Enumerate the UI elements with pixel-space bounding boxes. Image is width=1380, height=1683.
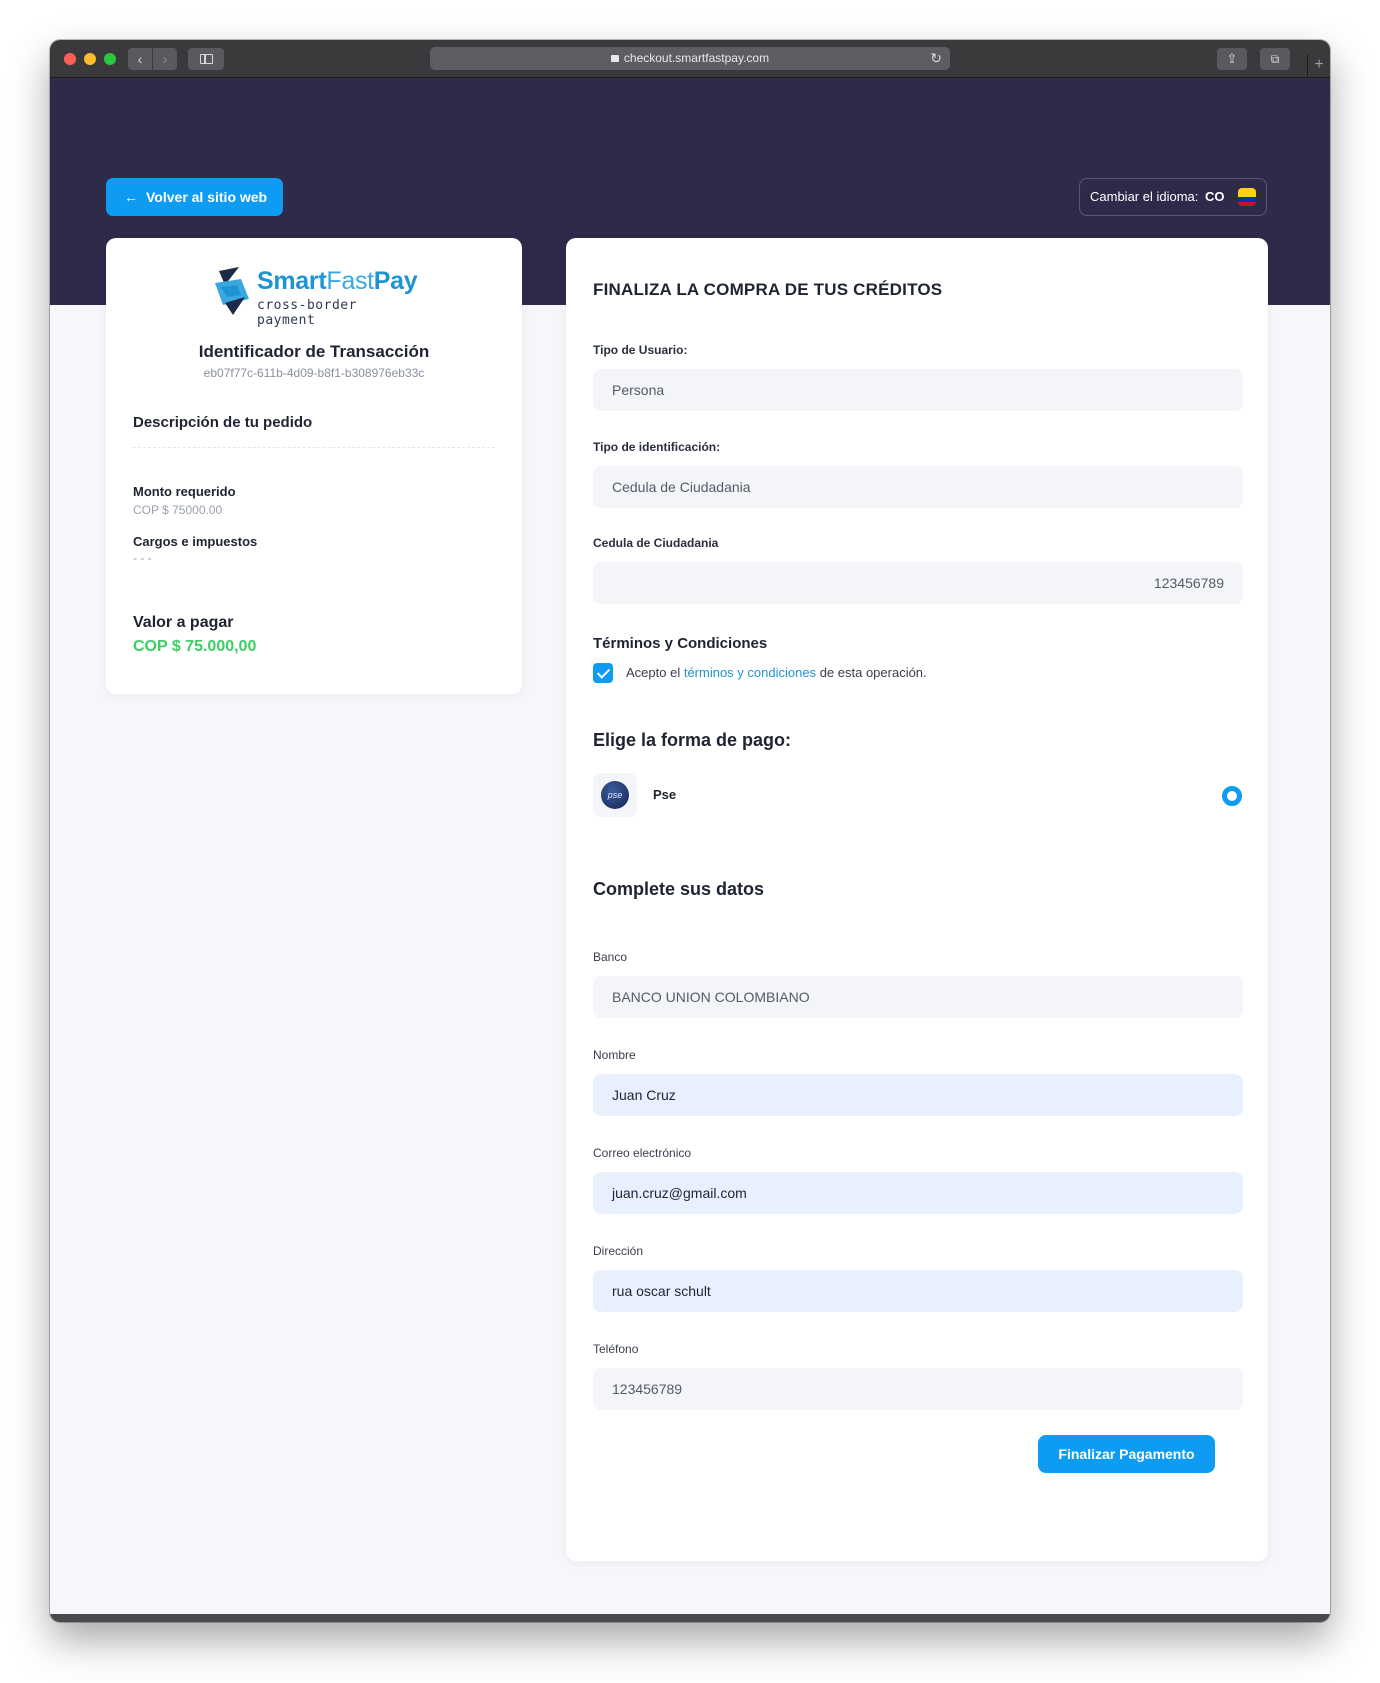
- back-to-site-button[interactable]: ← Volver al sitio web: [106, 178, 283, 216]
- id-number-label: Cedula de Ciudadania: [593, 536, 719, 550]
- address-bar[interactable]: checkout.smartfastpay.com ↻: [430, 47, 950, 70]
- id-type-label: Tipo de identificación:: [593, 440, 721, 454]
- transaction-id-value: eb07f77c-611b-4d09-b8f1-b308976eb33c: [203, 366, 425, 380]
- address-label: Dirección: [593, 1244, 644, 1258]
- bank-field[interactable]: BANCO UNION COLOMBIANO: [593, 976, 1243, 1018]
- address-input[interactable]: rua oscar schult: [593, 1270, 1243, 1312]
- charges-label: Cargos e impuestos: [133, 534, 258, 549]
- language-selector[interactable]: Cambiar el idioma: CO: [1079, 178, 1267, 216]
- user-type-label: Tipo de Usuario:: [593, 343, 688, 357]
- brand-tagline: cross-border payment: [257, 298, 357, 328]
- language-code: CO: [1205, 189, 1225, 204]
- details-title: Complete sus datos: [593, 879, 765, 899]
- summary-divider: [133, 447, 495, 448]
- screenshot-stage: ‹ › checkout.smartfastpay.com ↻ ⇪ ⧉ + ← V…: [0, 0, 1380, 1683]
- arrow-left-icon: ←: [124, 189, 138, 205]
- payment-method-title: Elige la forma de pago:: [593, 730, 792, 750]
- new-tab-icon[interactable]: +: [1307, 54, 1330, 78]
- name-input[interactable]: Juan Cruz: [593, 1074, 1243, 1116]
- checkout-form-card: FINALIZA LA COMPRA DE TUS CRÉDITOS Tipo …: [566, 238, 1268, 1561]
- name-label: Nombre: [593, 1048, 636, 1062]
- lock-icon: [610, 55, 619, 62]
- order-description-title: Descripción de tu pedido: [133, 414, 313, 431]
- back-arrow-icon[interactable]: ‹: [128, 48, 152, 70]
- sidebar-toggle-button[interactable]: [188, 48, 224, 70]
- form-title: FINALIZA LA COMPRA DE TUS CRÉDITOS: [593, 280, 943, 299]
- terms-title: Términos y Condiciones: [593, 635, 768, 652]
- reload-icon[interactable]: ↻: [930, 47, 942, 70]
- finalize-payment-button[interactable]: Finalizar Pagamento: [1038, 1435, 1215, 1473]
- zoom-window-button[interactable]: [104, 53, 116, 65]
- payment-method-radio[interactable]: [1222, 786, 1242, 806]
- transaction-id-title: Identificador de Transacción: [198, 342, 430, 361]
- tabs-overview-icon[interactable]: ⧉: [1260, 48, 1290, 70]
- total-label: Valor a pagar: [133, 614, 234, 631]
- amount-value: COP $ 75000.00: [133, 503, 223, 517]
- browser-toolbar: ‹ › checkout.smartfastpay.com ↻ ⇪ ⧉ +: [50, 40, 1330, 78]
- window-bottom-bar: [50, 1614, 1330, 1622]
- minimize-window-button[interactable]: [84, 53, 96, 65]
- email-label: Correo electrónico: [593, 1146, 692, 1160]
- back-to-site-label: Volver al sitio web: [146, 189, 268, 205]
- close-window-button[interactable]: [64, 53, 76, 65]
- id-number-field[interactable]: 123456789: [593, 562, 1243, 604]
- browser-window: ‹ › checkout.smartfastpay.com ↻ ⇪ ⧉ + ← V…: [50, 40, 1330, 1622]
- logo-mark-icon: [215, 267, 249, 315]
- amount-label: Monto requerido: [133, 484, 236, 499]
- phone-input[interactable]: 123456789: [593, 1368, 1243, 1410]
- forward-arrow-icon[interactable]: ›: [153, 48, 177, 70]
- payment-method-name: Pse: [653, 787, 677, 802]
- url-text: checkout.smartfastpay.com: [623, 51, 770, 65]
- email-input[interactable]: juan.cruz@gmail.com: [593, 1172, 1243, 1214]
- smartfastpay-logo: SmartFastPay cross-border payment: [211, 265, 421, 328]
- bank-label: Banco: [593, 950, 628, 964]
- charges-value: - - -: [133, 551, 152, 565]
- language-label: Cambiar el idioma:: [1090, 189, 1199, 204]
- total-value: COP $ 75.000,00: [133, 638, 257, 655]
- order-summary-card: SmartFastPay cross-border payment Identi…: [106, 238, 522, 694]
- terms-text: Acepto el términos y condiciones de esta…: [626, 665, 927, 680]
- share-icon[interactable]: ⇪: [1217, 48, 1247, 70]
- colombia-flag-icon: [1238, 188, 1256, 206]
- user-type-field[interactable]: Persona: [593, 369, 1243, 411]
- pse-logo: pse: [593, 773, 637, 817]
- brand-name: SmartFastPay: [257, 267, 418, 295]
- pse-icon: pse: [601, 781, 629, 809]
- terms-link[interactable]: términos y condiciones: [684, 665, 816, 680]
- phone-label: Teléfono: [593, 1342, 639, 1356]
- sidebar-icon: [200, 54, 213, 64]
- terms-checkbox[interactable]: [593, 663, 613, 683]
- id-type-field[interactable]: Cedula de Ciudadania: [593, 466, 1243, 508]
